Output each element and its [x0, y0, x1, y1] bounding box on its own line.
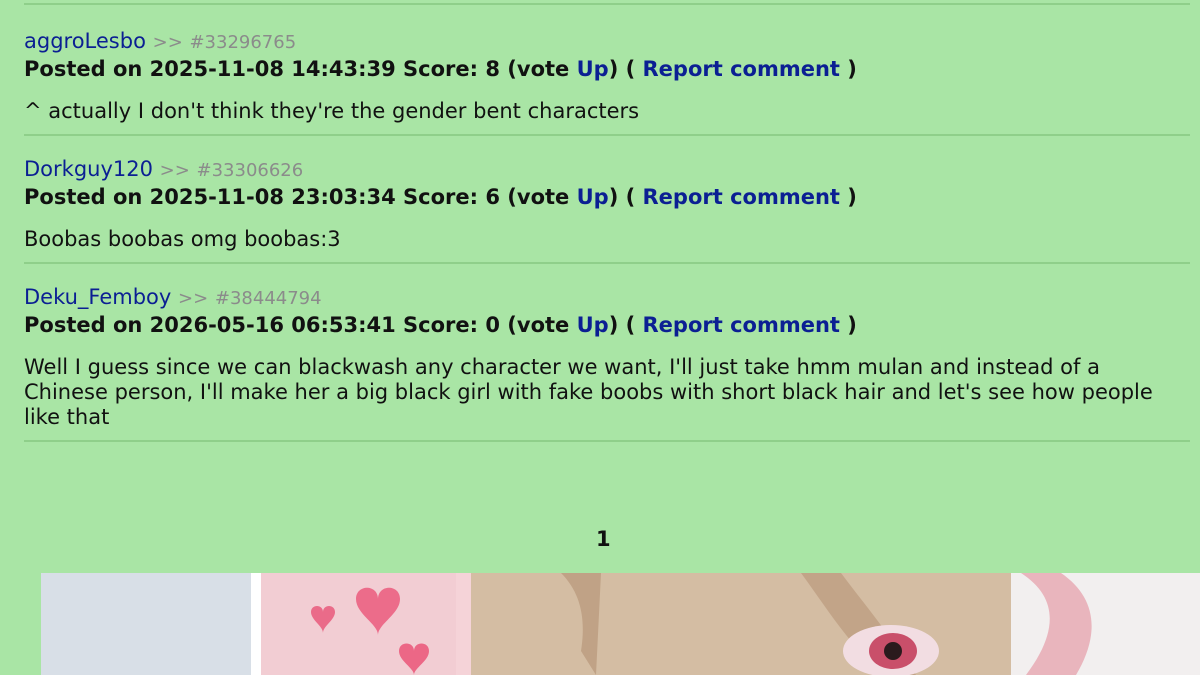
comment-id: #38444794	[214, 288, 322, 309]
comment-author-link[interactable]: Deku_Femboy	[24, 285, 171, 309]
vote-up-link[interactable]: Up	[577, 185, 609, 209]
comment-meta: Posted on 2026-05-16 06:53:41 Score: 0 (…	[24, 312, 1190, 339]
image-background-left	[41, 573, 251, 675]
comment-author-link[interactable]: aggroLesbo	[24, 29, 146, 53]
comment-meta: Posted on 2025-11-08 14:43:39 Score: 8 (…	[24, 56, 1190, 83]
comment-list: aggroLesbo >> #33296765 Posted on 2025-1…	[24, 28, 1190, 462]
meta-separator: ) (	[608, 57, 643, 81]
comment-item: Deku_Femboy >> #38444794 Posted on 2026-…	[24, 284, 1190, 442]
comment-separator: >>	[178, 288, 209, 309]
comment-separator: >>	[152, 32, 183, 53]
comment-item: Dorkguy120 >> #33306626 Posted on 2025-1…	[24, 156, 1190, 264]
image-pupil	[884, 642, 902, 660]
report-comment-link[interactable]: Report comment	[643, 57, 840, 81]
comment-header: Deku_Femboy >> #38444794	[24, 284, 1190, 312]
meta-close: )	[839, 185, 857, 209]
top-divider	[24, 3, 1190, 5]
comment-posted-info: Posted on 2025-11-08 23:03:34 Score: 6 (…	[24, 185, 577, 209]
comment-id: #33306626	[196, 160, 304, 181]
meta-separator: ) (	[608, 185, 643, 209]
comment-item: aggroLesbo >> #33296765 Posted on 2025-1…	[24, 28, 1190, 136]
comment-posted-info: Posted on 2025-11-08 14:43:39 Score: 8 (…	[24, 57, 577, 81]
vote-up-link[interactable]: Up	[577, 57, 609, 81]
meta-close: )	[839, 57, 857, 81]
comment-body: Boobas boobas omg boobas:3	[24, 227, 341, 251]
comment-id: #33296765	[189, 32, 297, 53]
report-comment-link[interactable]: Report comment	[643, 185, 840, 209]
comment-body: ^ actually I don't think they're the gen…	[24, 99, 640, 123]
comment-author-link[interactable]: Dorkguy120	[24, 157, 153, 181]
comment-body: Well I guess since we can blackwash any …	[24, 355, 1153, 429]
comment-header: Dorkguy120 >> #33306626	[24, 156, 1190, 184]
current-page-number[interactable]: 1	[596, 527, 611, 551]
comment-separator: >>	[159, 160, 190, 181]
image-art	[41, 573, 1200, 675]
image-shading	[471, 573, 1021, 675]
image-heart-panel	[261, 573, 456, 675]
meta-separator: ) (	[608, 313, 643, 337]
report-comment-link[interactable]: Report comment	[643, 313, 840, 337]
meta-close: )	[839, 313, 857, 337]
comment-posted-info: Posted on 2026-05-16 06:53:41 Score: 0 (…	[24, 313, 577, 337]
post-image	[41, 573, 1200, 675]
comment-meta: Posted on 2025-11-08 23:03:34 Score: 6 (…	[24, 184, 1190, 211]
vote-up-link[interactable]: Up	[577, 313, 609, 337]
comment-header: aggroLesbo >> #33296765	[24, 28, 1190, 56]
